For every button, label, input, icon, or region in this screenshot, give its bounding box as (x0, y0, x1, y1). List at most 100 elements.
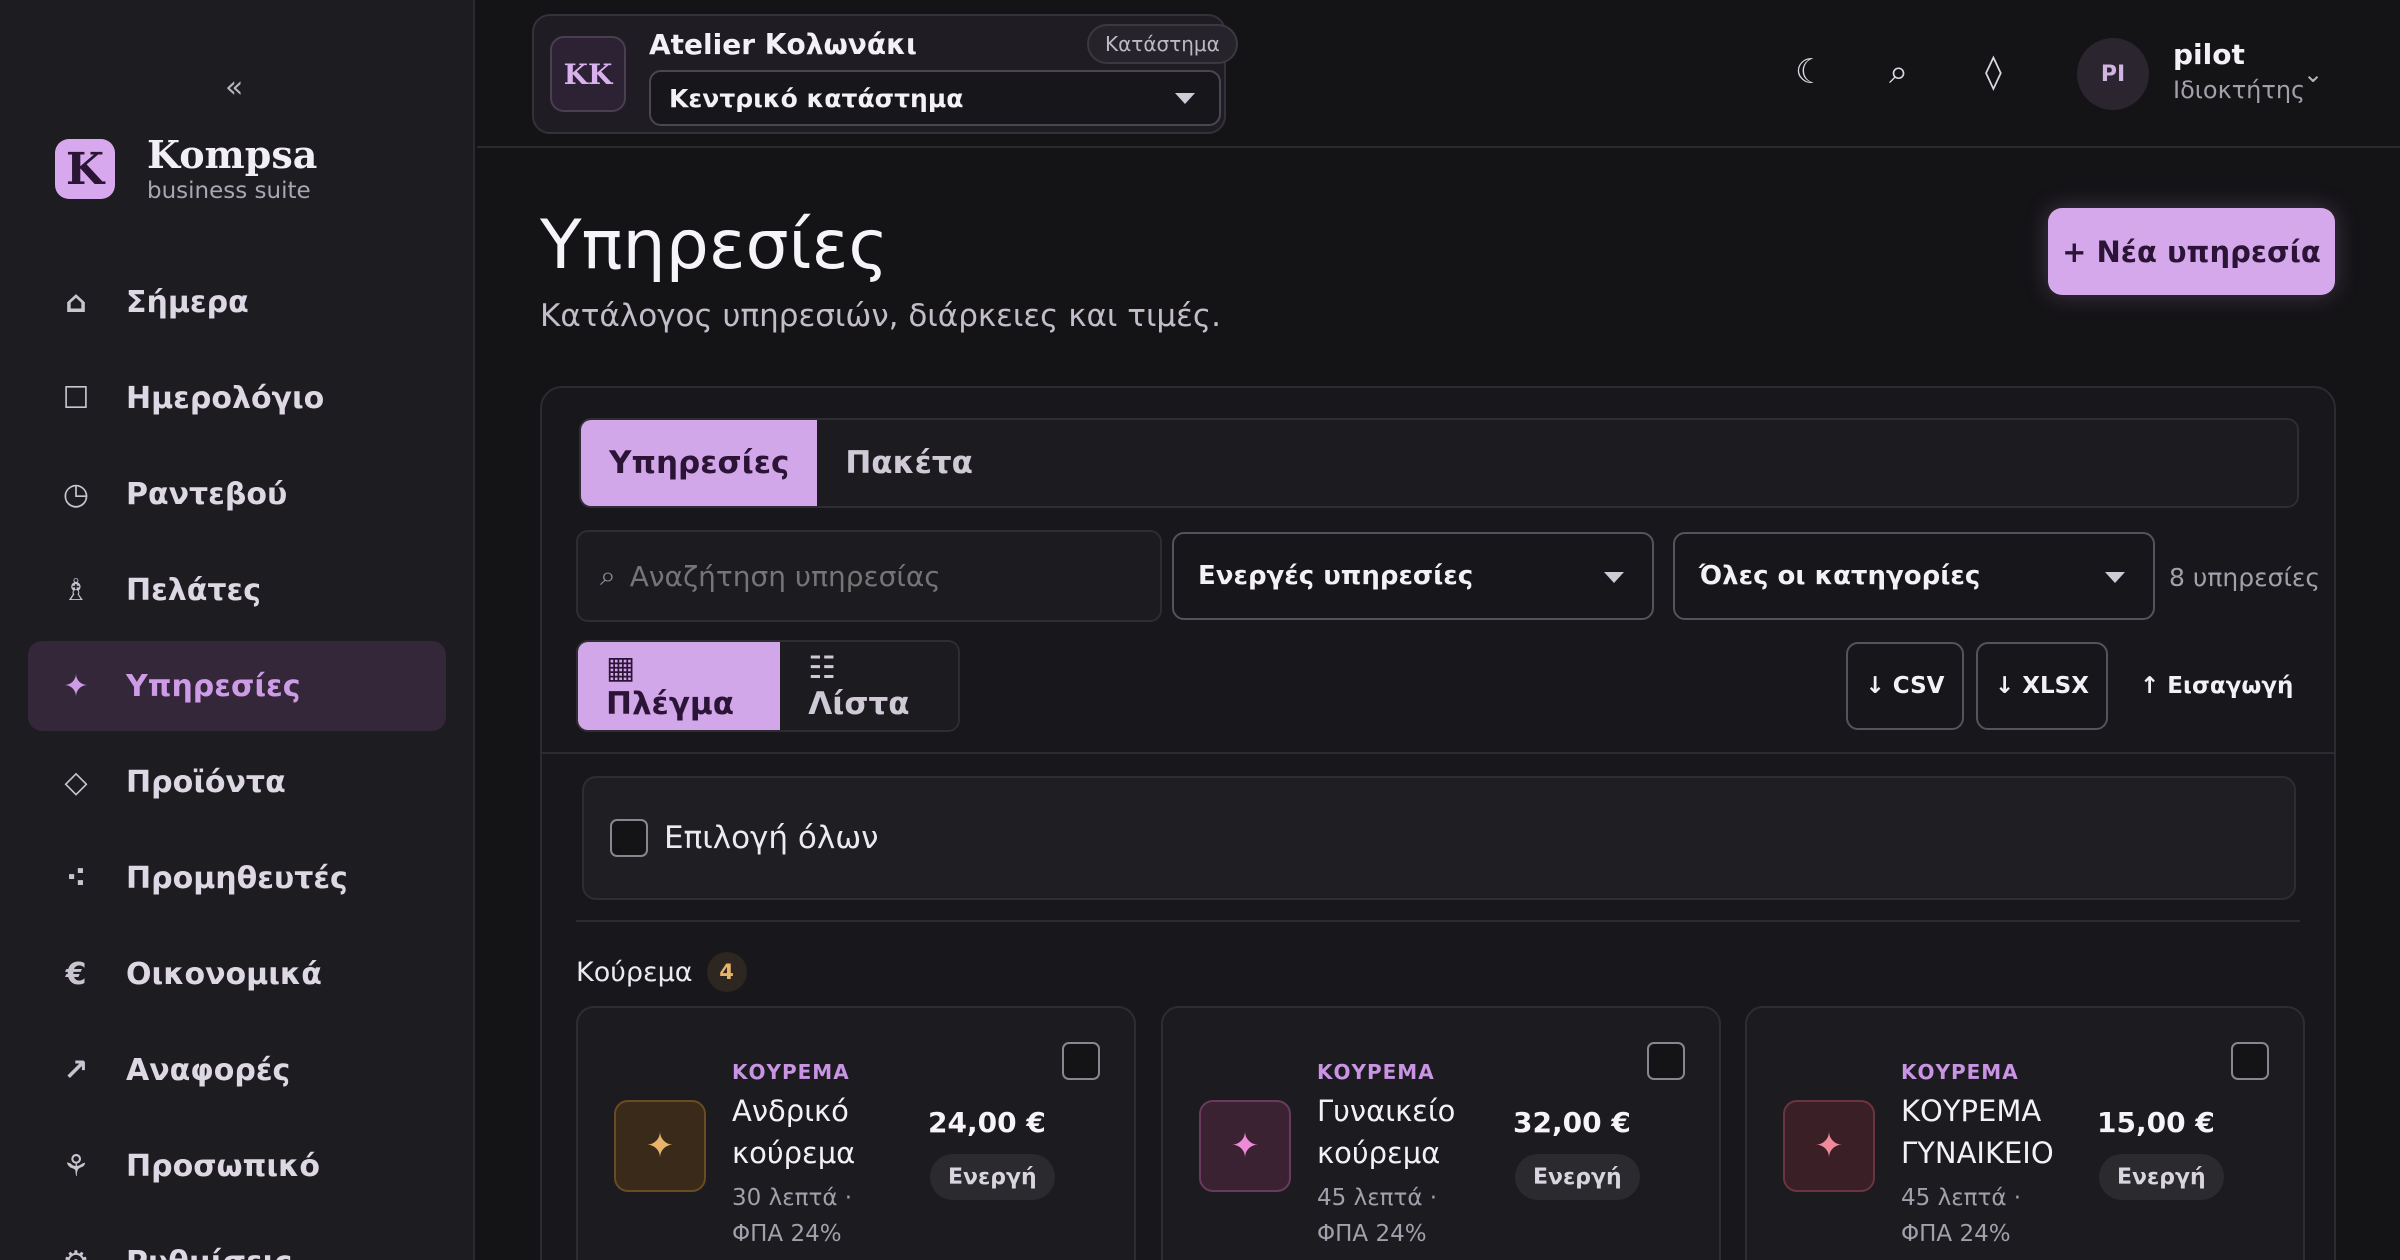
store-name: Atelier Κολωνάκι (649, 28, 917, 61)
sparkle-icon: ✦ (1783, 1100, 1875, 1192)
sidebar-item-label: Οικονομικά (126, 956, 322, 992)
sidebar-item-label: Προσωπικό (126, 1148, 320, 1184)
sidebar-item-label: Ραντεβού (126, 476, 288, 512)
top-bar: KK Atelier Κολωνάκι Κατάστημα Κεντρικό κ… (477, 0, 2400, 148)
brand[interactable]: K Kompsa business suite (55, 133, 317, 205)
sidebar-item-suppliers[interactable]: ⁖ Προμηθευτές (28, 833, 446, 923)
home-icon: ⌂ (65, 284, 87, 320)
user-icon: ♗ (62, 572, 90, 608)
moon-icon[interactable]: ☾ (1795, 52, 1825, 92)
settings-icon: ⚙ (56, 1245, 96, 1260)
sidebar-item-label: Αναφορές (126, 1052, 291, 1088)
service-card[interactable]: ✦ ΚΟΥΡΕΜΑ Ανδρικό κούρεμα 30 λεπτά · ΦΠΑ… (576, 1006, 1136, 1260)
export-csv-button[interactable]: ↓ CSV (1846, 642, 1964, 730)
service-category: ΚΟΥΡΕΜΑ (732, 1060, 850, 1084)
service-name: Ανδρικό κούρεμα (732, 1094, 856, 1170)
sparkle-icon: ✦ (614, 1100, 706, 1192)
status-badge: Ενεργή (2099, 1154, 2224, 1200)
divider (576, 920, 2300, 922)
category-count-badge: 4 (706, 952, 747, 992)
sidebar-item-calendar[interactable]: ☐ Ημερολόγιο (28, 353, 446, 443)
select-all-label: Επιλογή όλων (664, 820, 879, 856)
caret-down-icon (1175, 93, 1195, 104)
collapse-sidebar-icon[interactable]: « (225, 70, 243, 105)
service-card[interactable]: ✦ ΚΟΥΡΕΜΑ Γυναικείο κούρεμα 45 λεπτά · Φ… (1161, 1006, 1721, 1260)
page-subtitle: Κατάλογος υπηρεσιών, διάρκειες και τιμές… (540, 298, 1221, 334)
store-select[interactable]: Κεντρικό κατάστημα (649, 70, 1221, 126)
status-badge: Ενεργή (930, 1154, 1055, 1200)
sidebar-item-settings[interactable]: ⚙ Ρυθμίσεις (28, 1217, 446, 1260)
service-name: ΚΟΥΡΕΜΑ ΓΥΝΑΙΚΕΙΟ (1901, 1094, 2054, 1170)
search-field[interactable]: ⌕ (576, 530, 1162, 622)
brand-subtitle: business suite (147, 178, 311, 204)
search-input[interactable] (629, 559, 1130, 593)
sidebar-item-appointments[interactable]: ◷ Ραντεβού (28, 449, 446, 539)
sidebar-item-label: Πελάτες (126, 572, 262, 608)
sidebar-item-services[interactable]: ✦ Υπηρεσίες (28, 641, 446, 731)
tab-services[interactable]: Υπηρεσίες (581, 420, 818, 506)
category-title: Κούρεμα (576, 956, 693, 988)
user-role: Ιδιοκτήτης (2173, 76, 2306, 104)
service-category: ΚΟΥΡΕΜΑ (1317, 1060, 1435, 1084)
card-checkbox[interactable] (2231, 1042, 2269, 1080)
service-price: 32,00 € (1513, 1106, 1631, 1139)
caret-down-icon (2105, 572, 2125, 583)
avatar[interactable]: PI (2077, 38, 2149, 110)
export-xlsx-button[interactable]: ↓ XLSX (1976, 642, 2108, 730)
category-heading: Κούρεμα 4 (576, 952, 747, 992)
trend-icon: ↗ (63, 1052, 89, 1088)
chevron-down-icon[interactable]: ⌄ (2303, 60, 2323, 88)
diamond-icon[interactable]: ◊ (1985, 52, 2002, 92)
divider (542, 752, 2334, 754)
new-service-button[interactable]: + Νέα υπηρεσία (2048, 208, 2335, 295)
sidebar-item-label: Σήμερα (126, 284, 249, 320)
list-view-button[interactable]: ☷ Λίστα (780, 642, 958, 730)
service-price: 24,00 € (928, 1106, 1046, 1139)
user-name[interactable]: pilot (2173, 38, 2245, 71)
sidebar-item-label: Ημερολόγιο (126, 380, 325, 416)
brand-name: Kompsa (147, 132, 318, 177)
select-all-checkbox[interactable] (610, 819, 648, 857)
sidebar-item-finance[interactable]: € Οικονομικά (28, 929, 446, 1019)
sidebar-item-label: Προμηθευτές (126, 860, 348, 896)
sidebar-item-staff[interactable]: ⚘ Προσωπικό (28, 1121, 446, 1211)
sidebar-nav: ⌂ Σήμερα ☐ Ημερολόγιο ◷ Ραντεβού ♗ Πελάτες ✦… (28, 257, 446, 1260)
clock-icon: ◷ (62, 476, 90, 512)
caret-down-icon (1604, 572, 1624, 583)
import-button[interactable]: ↑ Εισαγωγή (2140, 642, 2293, 730)
service-meta: 30 λεπτά · ΦΠΑ 24% (732, 1185, 853, 1247)
sidebar-item-today[interactable]: ⌂ Σήμερα (28, 257, 446, 347)
staff-icon: ⚘ (62, 1148, 90, 1184)
search-icon[interactable]: ⌕ (1889, 52, 1908, 92)
sidebar-item-products[interactable]: ◇ Προϊόντα (28, 737, 446, 827)
store-avatar: KK (550, 36, 626, 112)
dots-icon: ⁖ (65, 860, 87, 896)
service-category: ΚΟΥΡΕΜΑ (1901, 1060, 2019, 1084)
store-badge: Κατάστημα (1087, 24, 1238, 64)
page-title: Υπηρεσίες (540, 206, 889, 285)
sidebar-item-label: Υπηρεσίες (126, 668, 301, 704)
sparkle-icon: ✦ (1199, 1100, 1291, 1192)
card-checkbox[interactable] (1647, 1042, 1685, 1080)
category-select-value: Όλες οι κατηγορίες (1699, 561, 1981, 591)
sidebar-item-clients[interactable]: ♗ Πελάτες (28, 545, 446, 635)
diamond-icon: ◇ (64, 764, 88, 800)
brand-logo: K (55, 139, 115, 199)
grid-view-button[interactable]: ▦ Πλέγμα (578, 642, 781, 730)
calendar-icon: ☐ (62, 380, 90, 416)
service-meta: 45 λεπτά · ΦΠΑ 24% (1317, 1185, 1438, 1247)
service-card[interactable]: ✦ ΚΟΥΡΕΜΑ ΚΟΥΡΕΜΑ ΓΥΝΑΙΚΕΙΟ 45 λεπτά · Φ… (1745, 1006, 2305, 1260)
status-select[interactable]: Ενεργές υπηρεσίες (1172, 532, 1654, 620)
view-toggle: ▦ Πλέγμα ☷ Λίστα (576, 640, 960, 732)
service-name: Γυναικείο κούρεμα (1317, 1094, 1456, 1170)
sidebar-item-reports[interactable]: ↗ Αναφορές (28, 1025, 446, 1115)
sidebar-item-label: Προϊόντα (126, 764, 286, 800)
select-all-row[interactable]: Επιλογή όλων (582, 776, 2296, 900)
category-select[interactable]: Όλες οι κατηγορίες (1673, 532, 2155, 620)
tab-packages[interactable]: Πακέτα (817, 420, 1001, 506)
sparkle-icon: ✦ (63, 668, 89, 704)
service-meta: 45 λεπτά · ΦΠΑ 24% (1901, 1185, 2022, 1247)
search-icon: ⌕ (600, 559, 616, 592)
sidebar: « K Kompsa business suite ⌂ Σήμερα ☐ Ημερο… (0, 0, 475, 1260)
card-checkbox[interactable] (1062, 1042, 1100, 1080)
